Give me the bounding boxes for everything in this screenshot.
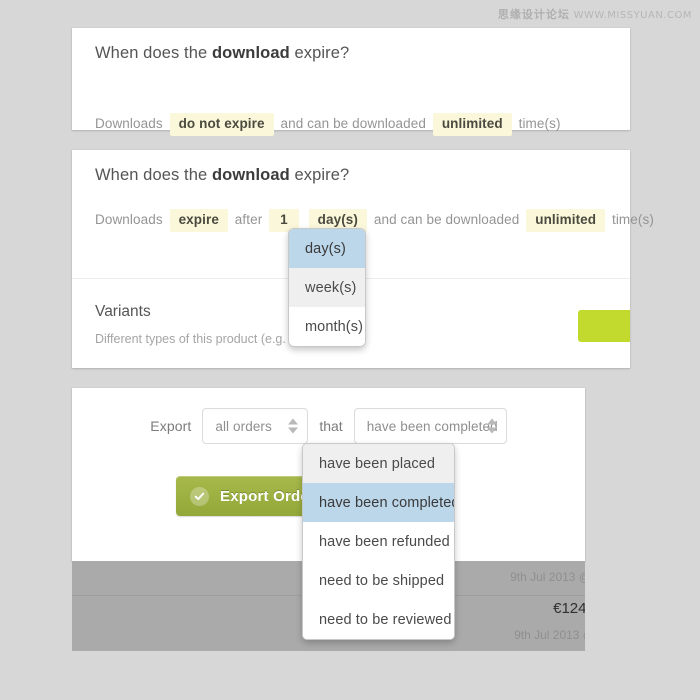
download-limit-token[interactable]: unlimited (433, 113, 512, 136)
download-limit-token[interactable]: unlimited (526, 209, 605, 232)
order-date: 9th Jul 2013 @ 4 (514, 628, 585, 642)
panel-title: When does the download expire? (95, 166, 349, 185)
sentence-tail: time(s) (519, 116, 561, 131)
sentence-mid: and can be downloaded (280, 116, 425, 131)
sentence-lead: Downloads (95, 116, 163, 131)
panel-title: When does the download expire? (95, 44, 349, 63)
order-date: 9th Jul 2013 @ 5 (510, 570, 585, 584)
order-scope-select[interactable]: all orders (202, 408, 308, 444)
menu-item-day[interactable]: day(s) (289, 229, 365, 268)
expire-mode-token[interactable]: do not expire (170, 113, 274, 136)
variants-title: Variants (95, 303, 151, 321)
menu-item-week[interactable]: week(s) (289, 268, 365, 307)
chevron-up-icon[interactable] (487, 419, 497, 425)
sentence-tail: time(s) (612, 212, 654, 227)
export-connector-label: that (319, 418, 342, 434)
menu-item-shipped[interactable]: need to be shipped (303, 561, 454, 600)
check-circle-icon (190, 487, 209, 506)
period-dropdown-menu[interactable]: day(s) week(s) month(s) (288, 228, 366, 347)
menu-item-placed[interactable]: have been placed (303, 444, 454, 483)
menu-item-month[interactable]: month(s) (289, 307, 365, 346)
chevron-down-icon[interactable] (487, 428, 497, 434)
menu-item-refunded[interactable]: have been refunded (303, 522, 454, 561)
site-watermark: 思缘设计论坛 WWW.MISSYUAN.COM (498, 6, 692, 22)
panel-title-emphasis: download (212, 44, 290, 62)
export-label: Export (150, 418, 191, 434)
panel-title-lead: When does the (95, 44, 212, 62)
expiry-sentence: Downloads do not expire and can be downl… (95, 113, 561, 136)
sentence-lead: Downloads (95, 212, 163, 227)
stepper-arrows-icon[interactable] (288, 419, 298, 434)
panel-title-lead: When does the (95, 166, 212, 184)
expire-mode-token[interactable]: expire (170, 209, 228, 232)
expiry-sentence: Downloads expire after 1 day(s) and can … (95, 209, 654, 232)
variants-add-button[interactable] (578, 310, 630, 342)
panel-title-tail: expire? (290, 166, 350, 184)
download-expiry-panel: When does the download expire? Downloads… (72, 28, 630, 130)
variants-description: Different types of this product (e.g. (95, 332, 295, 346)
chevron-up-icon[interactable] (288, 419, 298, 425)
menu-item-completed[interactable]: have been completed (303, 483, 454, 522)
stepper-arrows-icon[interactable] (487, 419, 497, 434)
panel-title-tail: expire? (290, 44, 350, 62)
panel-title-emphasis: download (212, 166, 290, 184)
order-price: €124.0 (553, 600, 585, 617)
order-status-value: have been completed (355, 419, 498, 434)
order-scope-value: all orders (203, 419, 272, 434)
watermark-url: WWW.MISSYUAN.COM (574, 10, 692, 21)
chevron-down-icon[interactable] (288, 428, 298, 434)
watermark-chinese-text: 思缘设计论坛 (498, 8, 570, 21)
sentence-mid: and can be downloaded (374, 212, 519, 227)
menu-item-reviewed[interactable]: need to be reviewed (303, 600, 454, 639)
sentence-after-label: after (235, 212, 263, 227)
order-status-select[interactable]: have been completed (354, 408, 507, 444)
order-status-dropdown-menu[interactable]: have been placed have been completed hav… (302, 443, 455, 640)
